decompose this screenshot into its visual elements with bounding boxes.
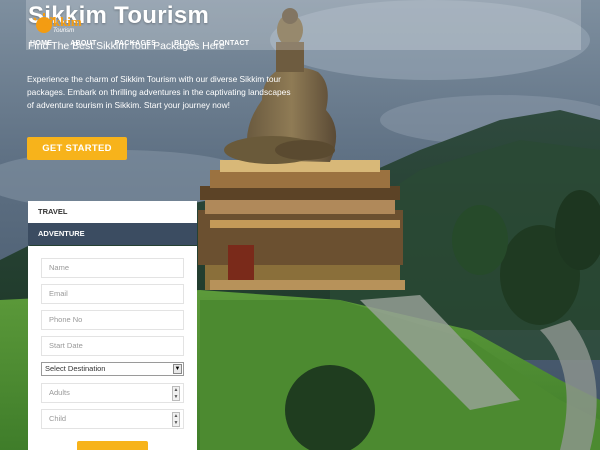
hero-description: Experience the charm of Sikkim Tourism w… xyxy=(27,74,291,110)
name-field[interactable]: Name xyxy=(41,258,184,278)
adults-stepper[interactable]: Adults ▲ ▼ xyxy=(41,383,184,403)
adults-spin-control[interactable]: ▲ ▼ xyxy=(172,386,180,401)
nav-about[interactable]: About xyxy=(70,40,96,47)
booking-form: Name Email Phone No Start Date Select De… xyxy=(28,246,197,450)
adults-label: Adults xyxy=(49,388,70,397)
phone-field[interactable]: Phone No xyxy=(41,310,184,330)
booking-tabs: TRAVEL ADVENTURE xyxy=(28,201,197,245)
child-label: Child xyxy=(49,414,67,423)
tab-adventure[interactable]: ADVENTURE xyxy=(28,223,197,245)
submit-button[interactable] xyxy=(77,441,148,450)
destination-select-value: Select Destination xyxy=(45,364,106,373)
main-nav: Home About Packages Blog Contact xyxy=(30,40,249,47)
start-date-field[interactable]: Start Date xyxy=(41,336,184,356)
nav-home[interactable]: Home xyxy=(30,40,52,47)
destination-select[interactable]: Select Destination ▼ xyxy=(41,362,184,376)
child-stepper[interactable]: Child ▲ ▼ xyxy=(41,409,184,429)
logo-subtext: Tourism xyxy=(53,28,75,34)
child-spin-control[interactable]: ▲ ▼ xyxy=(172,412,180,427)
nav-contact[interactable]: Contact xyxy=(214,40,250,47)
spin-up-icon[interactable]: ▲ xyxy=(173,413,179,420)
email-field[interactable]: Email xyxy=(41,284,184,304)
spin-up-icon[interactable]: ▲ xyxy=(173,387,179,394)
spin-down-icon[interactable]: ▼ xyxy=(173,394,179,401)
chevron-down-icon[interactable]: ▼ xyxy=(173,364,182,374)
nav-packages[interactable]: Packages xyxy=(115,40,157,47)
get-started-button[interactable]: GET STARTED xyxy=(27,137,127,160)
spin-down-icon[interactable]: ▼ xyxy=(173,420,179,427)
tab-travel[interactable]: TRAVEL xyxy=(28,201,197,223)
nav-blog[interactable]: Blog xyxy=(174,40,195,47)
